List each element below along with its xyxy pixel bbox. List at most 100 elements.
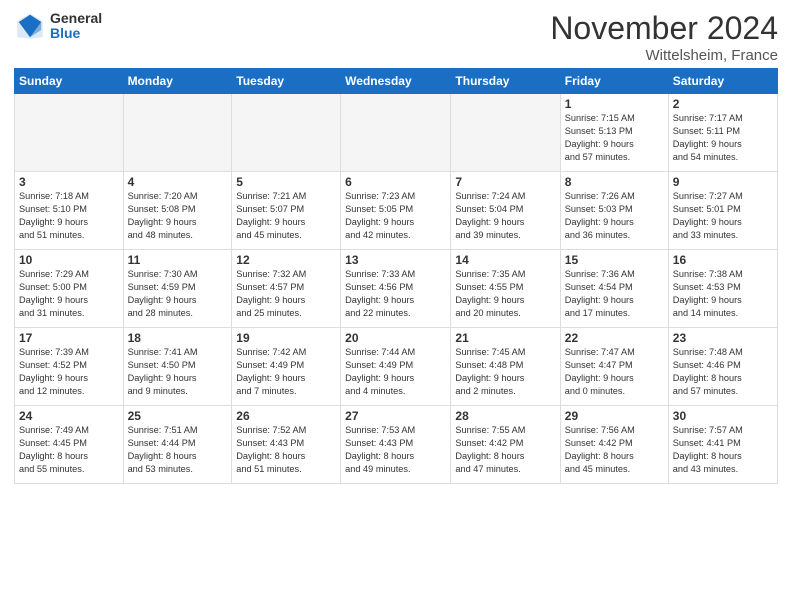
page-header: General Blue November 2024 Wittelsheim, … [14,10,778,64]
calendar-day-cell: 23Sunrise: 7:48 AM Sunset: 4:46 PM Dayli… [668,328,777,406]
day-info: Sunrise: 7:51 AM Sunset: 4:44 PM Dayligh… [128,424,228,476]
calendar-day-cell: 11Sunrise: 7:30 AM Sunset: 4:59 PM Dayli… [123,250,232,328]
day-info: Sunrise: 7:57 AM Sunset: 4:41 PM Dayligh… [673,424,773,476]
page-container: General Blue November 2024 Wittelsheim, … [0,0,792,612]
day-number: 24 [19,409,119,423]
calendar-week-row: 3Sunrise: 7:18 AM Sunset: 5:10 PM Daylig… [15,172,778,250]
day-info: Sunrise: 7:53 AM Sunset: 4:43 PM Dayligh… [345,424,446,476]
calendar-day-cell [232,94,341,172]
calendar-day-cell: 6Sunrise: 7:23 AM Sunset: 5:05 PM Daylig… [341,172,451,250]
day-info: Sunrise: 7:26 AM Sunset: 5:03 PM Dayligh… [565,190,664,242]
day-number: 5 [236,175,336,189]
calendar-day-cell: 21Sunrise: 7:45 AM Sunset: 4:48 PM Dayli… [451,328,560,406]
day-number: 15 [565,253,664,267]
day-info: Sunrise: 7:20 AM Sunset: 5:08 PM Dayligh… [128,190,228,242]
calendar-day-cell: 8Sunrise: 7:26 AM Sunset: 5:03 PM Daylig… [560,172,668,250]
logo: General Blue [14,10,102,42]
day-number: 21 [455,331,555,345]
calendar-day-cell: 16Sunrise: 7:38 AM Sunset: 4:53 PM Dayli… [668,250,777,328]
calendar-day-cell: 7Sunrise: 7:24 AM Sunset: 5:04 PM Daylig… [451,172,560,250]
day-number: 3 [19,175,119,189]
calendar-week-row: 24Sunrise: 7:49 AM Sunset: 4:45 PM Dayli… [15,406,778,484]
weekday-header: Wednesday [341,69,451,94]
calendar-day-cell: 28Sunrise: 7:55 AM Sunset: 4:42 PM Dayli… [451,406,560,484]
logo-general: General [50,11,102,26]
day-number: 26 [236,409,336,423]
day-info: Sunrise: 7:36 AM Sunset: 4:54 PM Dayligh… [565,268,664,320]
day-info: Sunrise: 7:17 AM Sunset: 5:11 PM Dayligh… [673,112,773,164]
day-number: 16 [673,253,773,267]
calendar-day-cell: 25Sunrise: 7:51 AM Sunset: 4:44 PM Dayli… [123,406,232,484]
day-info: Sunrise: 7:27 AM Sunset: 5:01 PM Dayligh… [673,190,773,242]
calendar-day-cell: 14Sunrise: 7:35 AM Sunset: 4:55 PM Dayli… [451,250,560,328]
day-info: Sunrise: 7:33 AM Sunset: 4:56 PM Dayligh… [345,268,446,320]
calendar-day-cell [15,94,124,172]
calendar-day-cell: 22Sunrise: 7:47 AM Sunset: 4:47 PM Dayli… [560,328,668,406]
calendar-day-cell: 15Sunrise: 7:36 AM Sunset: 4:54 PM Dayli… [560,250,668,328]
day-number: 11 [128,253,228,267]
day-number: 20 [345,331,446,345]
day-info: Sunrise: 7:30 AM Sunset: 4:59 PM Dayligh… [128,268,228,320]
day-info: Sunrise: 7:23 AM Sunset: 5:05 PM Dayligh… [345,190,446,242]
calendar-week-row: 1Sunrise: 7:15 AM Sunset: 5:13 PM Daylig… [15,94,778,172]
calendar-day-cell: 30Sunrise: 7:57 AM Sunset: 4:41 PM Dayli… [668,406,777,484]
calendar-day-cell: 10Sunrise: 7:29 AM Sunset: 5:00 PM Dayli… [15,250,124,328]
day-number: 6 [345,175,446,189]
day-number: 9 [673,175,773,189]
calendar-day-cell: 9Sunrise: 7:27 AM Sunset: 5:01 PM Daylig… [668,172,777,250]
calendar-day-cell [341,94,451,172]
calendar-day-cell: 19Sunrise: 7:42 AM Sunset: 4:49 PM Dayli… [232,328,341,406]
day-number: 25 [128,409,228,423]
calendar-week-row: 17Sunrise: 7:39 AM Sunset: 4:52 PM Dayli… [15,328,778,406]
calendar-week-row: 10Sunrise: 7:29 AM Sunset: 5:00 PM Dayli… [15,250,778,328]
calendar-day-cell: 20Sunrise: 7:44 AM Sunset: 4:49 PM Dayli… [341,328,451,406]
day-info: Sunrise: 7:32 AM Sunset: 4:57 PM Dayligh… [236,268,336,320]
calendar-day-cell: 2Sunrise: 7:17 AM Sunset: 5:11 PM Daylig… [668,94,777,172]
day-number: 2 [673,97,773,111]
day-info: Sunrise: 7:47 AM Sunset: 4:47 PM Dayligh… [565,346,664,398]
calendar-day-cell: 5Sunrise: 7:21 AM Sunset: 5:07 PM Daylig… [232,172,341,250]
day-info: Sunrise: 7:24 AM Sunset: 5:04 PM Dayligh… [455,190,555,242]
day-number: 18 [128,331,228,345]
logo-icon [14,10,46,42]
title-section: November 2024 Wittelsheim, France [550,10,778,64]
day-number: 10 [19,253,119,267]
day-number: 14 [455,253,555,267]
day-number: 23 [673,331,773,345]
calendar-day-cell [123,94,232,172]
location: Wittelsheim, France [550,47,778,64]
calendar-table: SundayMondayTuesdayWednesdayThursdayFrid… [14,68,778,484]
day-number: 19 [236,331,336,345]
day-number: 4 [128,175,228,189]
day-info: Sunrise: 7:48 AM Sunset: 4:46 PM Dayligh… [673,346,773,398]
day-info: Sunrise: 7:45 AM Sunset: 4:48 PM Dayligh… [455,346,555,398]
day-number: 8 [565,175,664,189]
calendar-day-cell: 24Sunrise: 7:49 AM Sunset: 4:45 PM Dayli… [15,406,124,484]
day-info: Sunrise: 7:44 AM Sunset: 4:49 PM Dayligh… [345,346,446,398]
day-number: 13 [345,253,446,267]
calendar-day-cell: 29Sunrise: 7:56 AM Sunset: 4:42 PM Dayli… [560,406,668,484]
weekday-header: Friday [560,69,668,94]
weekday-header: Tuesday [232,69,341,94]
calendar-day-cell: 13Sunrise: 7:33 AM Sunset: 4:56 PM Dayli… [341,250,451,328]
day-info: Sunrise: 7:52 AM Sunset: 4:43 PM Dayligh… [236,424,336,476]
day-number: 17 [19,331,119,345]
weekday-header: Monday [123,69,232,94]
calendar-day-cell: 26Sunrise: 7:52 AM Sunset: 4:43 PM Dayli… [232,406,341,484]
month-title: November 2024 [550,10,778,47]
day-info: Sunrise: 7:55 AM Sunset: 4:42 PM Dayligh… [455,424,555,476]
calendar-day-cell: 3Sunrise: 7:18 AM Sunset: 5:10 PM Daylig… [15,172,124,250]
calendar-day-cell: 12Sunrise: 7:32 AM Sunset: 4:57 PM Dayli… [232,250,341,328]
calendar-day-cell: 27Sunrise: 7:53 AM Sunset: 4:43 PM Dayli… [341,406,451,484]
calendar-day-cell: 4Sunrise: 7:20 AM Sunset: 5:08 PM Daylig… [123,172,232,250]
calendar-day-cell: 18Sunrise: 7:41 AM Sunset: 4:50 PM Dayli… [123,328,232,406]
logo-text: General Blue [50,11,102,42]
day-info: Sunrise: 7:41 AM Sunset: 4:50 PM Dayligh… [128,346,228,398]
day-number: 1 [565,97,664,111]
day-info: Sunrise: 7:38 AM Sunset: 4:53 PM Dayligh… [673,268,773,320]
day-number: 30 [673,409,773,423]
day-info: Sunrise: 7:18 AM Sunset: 5:10 PM Dayligh… [19,190,119,242]
day-info: Sunrise: 7:42 AM Sunset: 4:49 PM Dayligh… [236,346,336,398]
day-info: Sunrise: 7:49 AM Sunset: 4:45 PM Dayligh… [19,424,119,476]
day-info: Sunrise: 7:21 AM Sunset: 5:07 PM Dayligh… [236,190,336,242]
